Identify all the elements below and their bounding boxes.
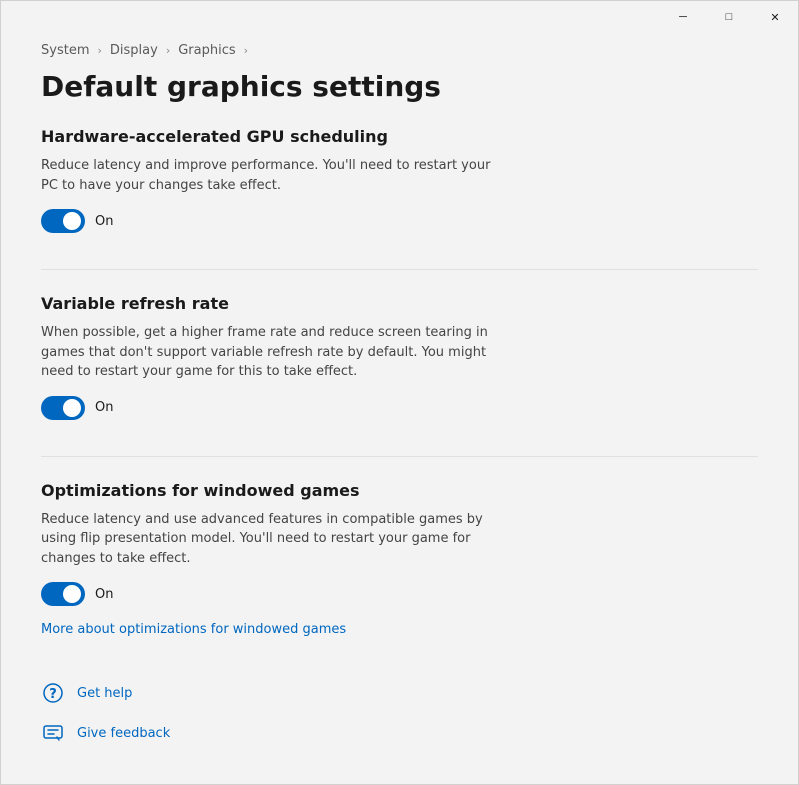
breadcrumb-sep-2: › — [166, 44, 170, 57]
breadcrumb-display[interactable]: Display — [110, 43, 158, 58]
windowed-games-desc: Reduce latency and use advanced features… — [41, 510, 501, 569]
variable-refresh-section: Variable refresh rate When possible, get… — [41, 294, 758, 420]
divider-2 — [41, 456, 758, 457]
divider-1 — [41, 269, 758, 270]
breadcrumb-system[interactable]: System — [41, 43, 89, 58]
close-button[interactable]: ✕ — [752, 1, 798, 33]
variable-refresh-toggle-label: On — [95, 400, 113, 415]
svg-text:?: ? — [49, 687, 57, 702]
settings-window: ─ □ ✕ System › Display › Graphics › Defa… — [0, 0, 799, 785]
breadcrumb: System › Display › Graphics › Default gr… — [41, 43, 758, 103]
windowed-games-toggle[interactable] — [41, 582, 85, 606]
toggle-thumb — [63, 212, 81, 230]
maximize-button[interactable]: □ — [706, 1, 752, 33]
get-help-icon: ? — [41, 681, 65, 705]
toggle-track — [41, 209, 85, 233]
breadcrumb-graphics[interactable]: Graphics — [178, 43, 235, 58]
windowed-games-link[interactable]: More about optimizations for windowed ga… — [41, 622, 346, 637]
windowed-games-toggle-label: On — [95, 587, 113, 602]
toggle-track-3 — [41, 582, 85, 606]
windowed-games-section: Optimizations for windowed games Reduce … — [41, 481, 758, 638]
gpu-scheduling-section: Hardware-accelerated GPU scheduling Redu… — [41, 127, 758, 233]
gpu-scheduling-title: Hardware-accelerated GPU scheduling — [41, 127, 758, 146]
toggle-track-2 — [41, 396, 85, 420]
variable-refresh-toggle[interactable] — [41, 396, 85, 420]
variable-refresh-toggle-row: On — [41, 396, 758, 420]
breadcrumb-sep-1: › — [97, 44, 101, 57]
get-help-label: Get help — [77, 686, 132, 701]
gpu-scheduling-toggle-row: On — [41, 209, 758, 233]
title-bar: ─ □ ✕ — [1, 1, 798, 33]
give-feedback-item[interactable]: Give feedback — [41, 717, 758, 749]
main-content: System › Display › Graphics › Default gr… — [1, 33, 798, 784]
give-feedback-label: Give feedback — [77, 726, 170, 741]
toggle-thumb-2 — [63, 399, 81, 417]
windowed-games-title: Optimizations for windowed games — [41, 481, 758, 500]
gpu-scheduling-desc: Reduce latency and improve performance. … — [41, 156, 501, 195]
help-section: ? Get help Give feedback — [41, 677, 758, 749]
variable-refresh-desc: When possible, get a higher frame rate a… — [41, 323, 501, 382]
breadcrumb-sep-3: › — [244, 44, 248, 57]
toggle-thumb-3 — [63, 585, 81, 603]
minimize-button[interactable]: ─ — [660, 1, 706, 33]
give-feedback-icon — [41, 721, 65, 745]
get-help-item[interactable]: ? Get help — [41, 677, 758, 709]
variable-refresh-title: Variable refresh rate — [41, 294, 758, 313]
gpu-scheduling-toggle-label: On — [95, 214, 113, 229]
windowed-games-toggle-row: On — [41, 582, 758, 606]
page-title: Default graphics settings — [41, 70, 758, 103]
gpu-scheduling-toggle[interactable] — [41, 209, 85, 233]
